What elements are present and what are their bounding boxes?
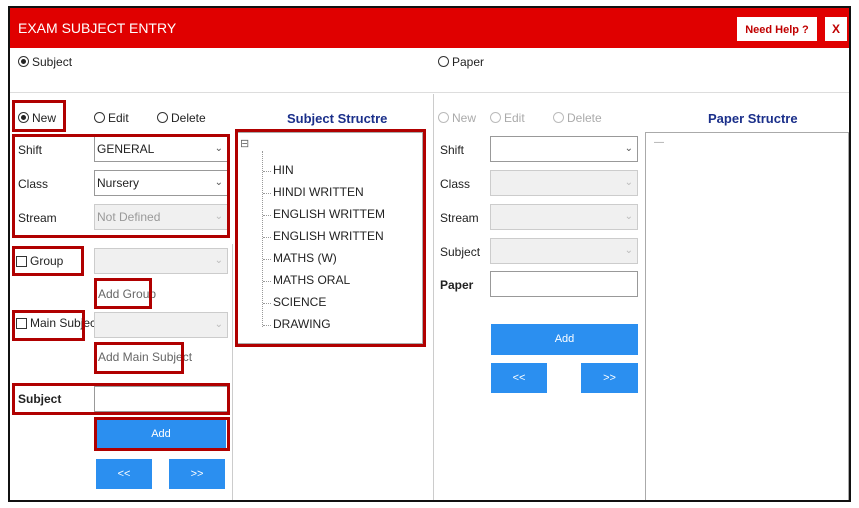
paper-delete-radio[interactable] [553, 112, 564, 123]
next-button[interactable]: >> [169, 459, 225, 489]
paper-delete-label: Delete [567, 111, 602, 125]
chevron-down-icon: ⌄ [214, 255, 223, 266]
chevron-down-icon: ⌄ [214, 319, 223, 330]
highlight-main-subject [12, 310, 85, 341]
paper-new-radio[interactable] [438, 112, 449, 123]
highlight-add [94, 417, 230, 451]
paper-edit-label: Edit [504, 111, 525, 125]
highlight-add-main-subject [94, 342, 184, 374]
edit-radio[interactable] [94, 112, 105, 123]
edit-label: Edit [108, 111, 129, 125]
panel-divider [433, 94, 434, 500]
chevron-down-icon: ⌄ [624, 177, 633, 188]
group-select[interactable]: ⌄ [94, 248, 228, 274]
exam-subject-entry-window: EXAM SUBJECT ENTRY Need Help ? X Subject… [8, 6, 851, 502]
paper-mode-radio[interactable] [438, 56, 449, 67]
highlight-add-group [94, 278, 152, 309]
paper-subject-label: Subject [440, 245, 481, 259]
left-column-divider [232, 244, 233, 500]
paper-tree-placeholder: — [654, 137, 664, 148]
highlight-subject-structure [235, 129, 426, 347]
subject-mode-radio[interactable] [18, 56, 29, 67]
paper-next-button[interactable]: >> [581, 363, 638, 393]
delete-label: Delete [171, 111, 206, 125]
add-paper-button[interactable]: Add [491, 324, 638, 355]
title-bar: EXAM SUBJECT ENTRY Need Help ? X [10, 8, 849, 48]
subject-mode-label: Subject [32, 55, 73, 69]
highlight-shift-class-stream [12, 134, 230, 238]
paper-stream-select[interactable]: ⌄ [490, 204, 638, 230]
window-title: EXAM SUBJECT ENTRY [18, 20, 177, 36]
chevron-down-icon: ⌄ [624, 211, 633, 222]
subject-structure-title: Subject Structre [287, 111, 388, 126]
paper-shift-select[interactable]: ⌄ [490, 136, 638, 162]
chevron-down-icon: ⌄ [624, 143, 633, 154]
paper-edit-radio[interactable] [490, 112, 501, 123]
paper-stream-label: Stream [440, 211, 479, 225]
paper-class-select[interactable]: ⌄ [490, 170, 638, 196]
paper-shift-label: Shift [440, 143, 465, 157]
paper-subject-select[interactable]: ⌄ [490, 238, 638, 264]
highlight-group [12, 246, 84, 276]
paper-prev-button[interactable]: << [491, 363, 547, 393]
paper-structure-tree[interactable]: — [645, 132, 849, 500]
paper-structure-title: Paper Structre [708, 111, 798, 126]
paper-input[interactable] [490, 271, 638, 297]
section-divider [10, 92, 849, 93]
close-button[interactable]: X [825, 17, 847, 41]
paper-new-label: New [452, 111, 477, 125]
paper-label: Paper [440, 278, 474, 292]
need-help-button[interactable]: Need Help ? [737, 17, 817, 41]
prev-button[interactable]: << [96, 459, 152, 489]
chevron-down-icon: ⌄ [624, 245, 633, 256]
delete-radio[interactable] [157, 112, 168, 123]
highlight-subject [12, 383, 230, 415]
main-subject-select[interactable]: ⌄ [94, 312, 228, 338]
paper-mode-label: Paper [452, 55, 485, 69]
highlight-new [12, 100, 66, 132]
paper-class-label: Class [440, 177, 471, 191]
